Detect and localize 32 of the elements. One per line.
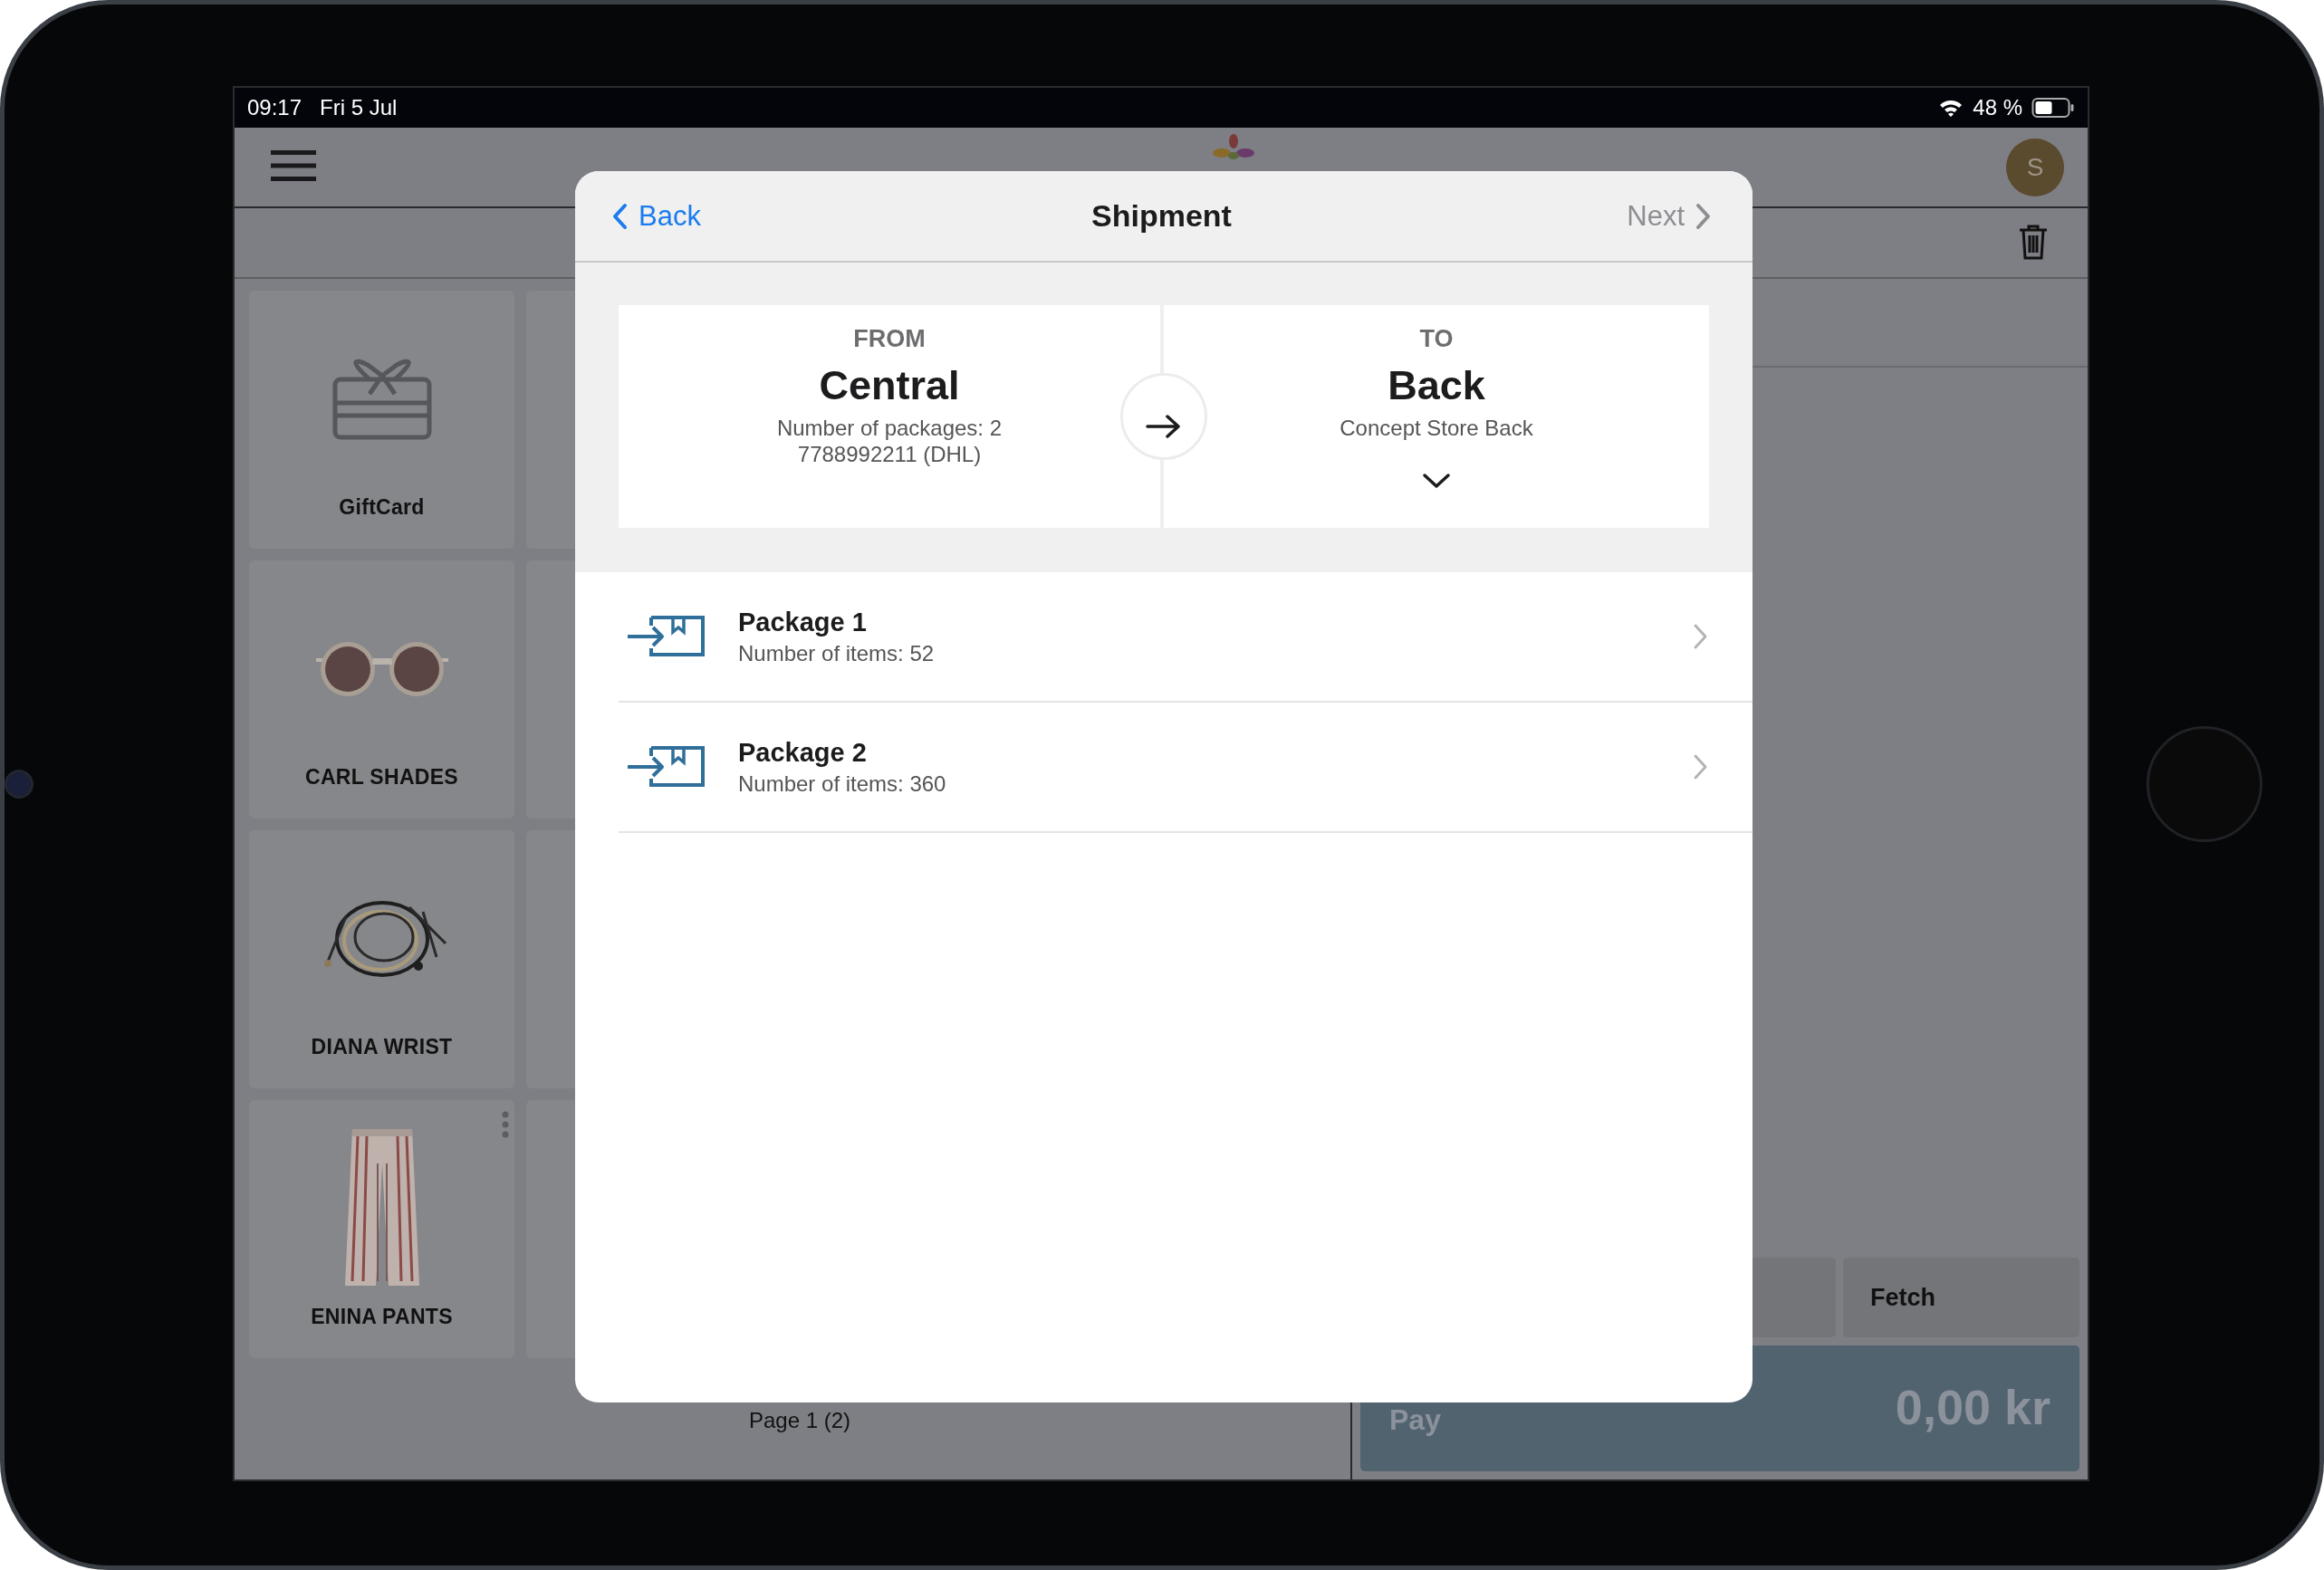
status-time: 09:17: [247, 95, 303, 120]
product-tile[interactable]: ENINA PANTS: [249, 1100, 514, 1358]
location-detail: Number of packages: 2: [776, 415, 1003, 441]
user-avatar[interactable]: S: [2006, 138, 2064, 196]
delete-button[interactable]: [2018, 223, 2049, 263]
package-row[interactable]: Package 1 Number of items: 52: [619, 572, 1753, 703]
product-tile[interactable]: DIANA WRIST: [249, 830, 514, 1088]
location-detail: Concept Store Back: [1340, 415, 1533, 441]
product-tile[interactable]: GiftCard: [249, 291, 514, 549]
fetch-button[interactable]: Fetch: [1843, 1258, 2079, 1337]
location-name: Central: [819, 362, 960, 409]
status-date: Fri 5 Jul: [320, 95, 398, 120]
from-label: FROM: [853, 325, 926, 353]
battery-percent: 48 %: [1973, 95, 2022, 120]
package-row[interactable]: Package 2 Number of items: 360: [619, 703, 1753, 833]
product-tile[interactable]: CARL SHADES: [249, 560, 514, 819]
wifi-icon: [1938, 98, 1964, 118]
dialog-title: Shipment: [1091, 198, 1232, 234]
to-label: TO: [1419, 325, 1454, 353]
package-icon: [626, 744, 706, 790]
back-button[interactable]: Back: [611, 199, 701, 233]
location-detail: 7788992211 (DHL): [797, 441, 982, 467]
chevron-right-icon: [1695, 202, 1712, 230]
package-icon: [626, 614, 706, 659]
chevron-right-icon: [1693, 623, 1709, 650]
battery-icon: [2031, 97, 2075, 119]
gift-card-icon: [331, 358, 433, 441]
page-indicator: Page 1 (2): [747, 1408, 852, 1433]
chevron-right-icon: [1693, 753, 1709, 780]
chevron-left-icon: [611, 202, 628, 230]
camera-icon: [5, 769, 34, 799]
location-name: Back: [1388, 362, 1485, 409]
